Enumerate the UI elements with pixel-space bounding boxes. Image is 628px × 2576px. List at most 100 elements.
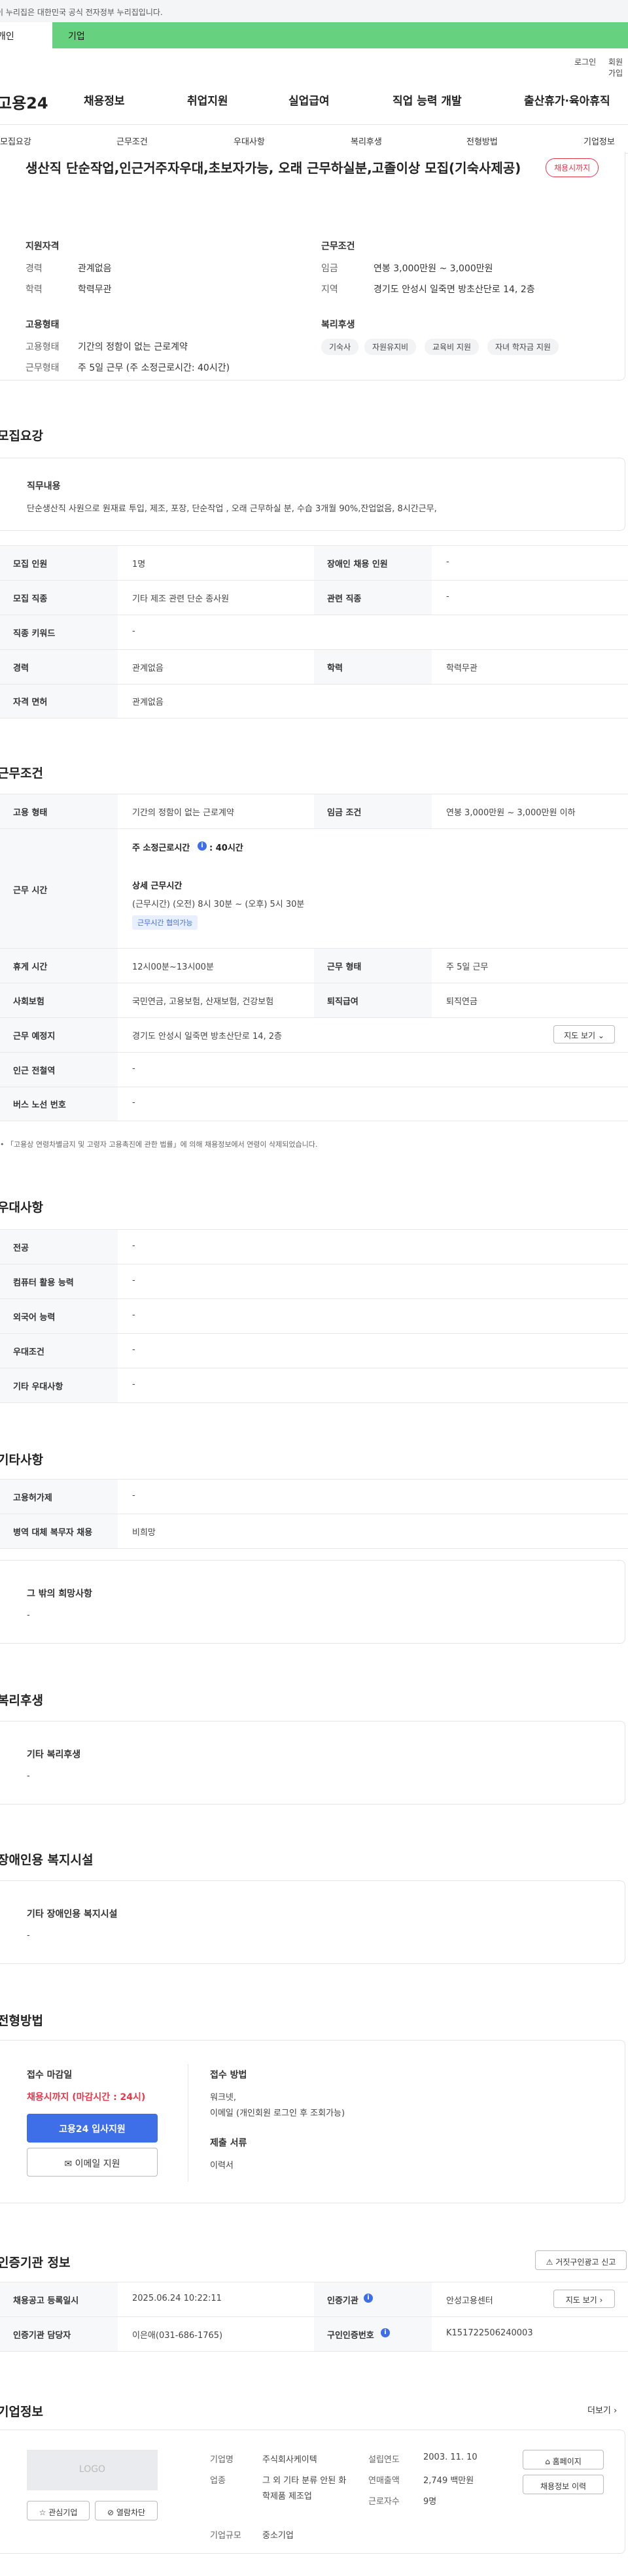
prefer-key: 우대조건 [13, 1347, 44, 1357]
row-divider [0, 718, 628, 719]
region-key: 지역 [321, 284, 338, 295]
job-history-button[interactable]: 채용정보 이력 [523, 2475, 604, 2494]
emp-key: 고용형태 [26, 342, 60, 352]
star-icon: ☆ [39, 2508, 46, 2517]
tab-individual[interactable]: 개인 [0, 22, 52, 48]
recruit-key: 경력 [13, 664, 29, 673]
hours-detail-title: 상세 근무시간 [132, 881, 183, 891]
cert-value: 이은애(031-686-1765) [132, 2331, 223, 2341]
welfare-chip: 자원유지비 [364, 339, 417, 355]
cert-key: 구인인증번호 [327, 2331, 374, 2341]
gnb-divider [0, 124, 628, 125]
other-wish-title: 그 밖의 희망사항 [27, 1589, 92, 1599]
favorite-company-label: 관심기업 [48, 2508, 78, 2517]
cert-map-button[interactable]: 지도 보기 › [553, 2290, 615, 2308]
gnb-item-unemployment[interactable]: 실업급여 [288, 92, 330, 108]
gnb-item-support[interactable]: 취업지원 [187, 92, 228, 108]
map-button[interactable]: 지도 보기 ⌄ [553, 1025, 615, 1043]
edu-key: 학력 [26, 284, 43, 295]
prefer-key: 컴퓨터 활용 능력 [13, 1278, 74, 1288]
info-icon[interactable]: i [198, 841, 207, 851]
disabled-box-value: - [27, 1931, 30, 1940]
method-title: 접수 방법 [210, 2070, 247, 2080]
company-value: 중소기업 [262, 2531, 294, 2541]
cert-key: 인증기관 담당자 [13, 2331, 71, 2341]
snb-welfare[interactable]: 복리후생 [351, 135, 382, 147]
user-type-tabs: 개인 기업 [0, 22, 628, 48]
snb-process[interactable]: 전형방법 [466, 135, 498, 147]
login-link[interactable]: 로그인 [574, 56, 596, 67]
snb-recruit[interactable]: 모집요강 [0, 135, 31, 147]
recruit-value: 학력무관 [446, 664, 478, 673]
tab-company-label: 기업 [68, 31, 85, 42]
gnb-item-jobs[interactable]: 채용정보 [84, 92, 125, 108]
job-summary-card: 생산직 단순작업,인근거주자우대,초보자가능, 오래 근무하실분,고졸이상 모집… [0, 152, 625, 381]
row-divider [0, 2351, 628, 2352]
report-fake-ad-button[interactable]: ⚠ 거짓구인광고 신고 [535, 2250, 627, 2270]
site-logo[interactable]: 고용24 [0, 90, 48, 113]
block-icon: ⊘ [107, 2508, 114, 2517]
signup-link[interactable]: 회원가입 [608, 56, 628, 78]
block-view-button[interactable]: ⊘ 열람차단 [95, 2501, 158, 2520]
qual-title: 지원자격 [26, 241, 60, 252]
recruit-table: 모집 인원 1명 장애인 채용 인원 - 모집 직종 기타 제조 관련 단순 종… [0, 545, 628, 719]
status-badge: 채용시까지 [546, 158, 599, 177]
prefer-key: 외국어 능력 [13, 1313, 56, 1323]
prefer-key: 전공 [13, 1244, 29, 1253]
info-icon[interactable]: i [364, 2294, 373, 2303]
snb-conditions[interactable]: 근무조건 [116, 135, 148, 147]
duty-title: 직무내용 [27, 481, 61, 492]
welfare-title: 복리후생 [321, 320, 355, 330]
recruit-value: 1명 [132, 560, 146, 569]
row-divider [0, 1548, 628, 1549]
favorite-company-button[interactable]: ☆ 관심기업 [27, 2501, 90, 2520]
career-key: 경력 [26, 263, 43, 274]
tab-company[interactable]: 기업 [52, 22, 628, 48]
wage-key: 임금 [321, 263, 338, 274]
cond-value: 12시00분~13시00분 [132, 962, 214, 972]
email-apply-button[interactable]: ✉ 이메일 지원 [27, 2148, 158, 2177]
company-key: 기업명 [210, 2455, 234, 2465]
company-logo: LOGO [27, 2450, 158, 2490]
welfare-section-title: 복리후생 [0, 1693, 43, 1708]
company-key: 연매출액 [368, 2476, 400, 2486]
doc-title: 제출 서류 [210, 2138, 247, 2148]
hours-main-value: : 40시간 [209, 843, 243, 853]
row-divider [0, 1402, 628, 1403]
region-value: 경기도 안성시 일죽면 방초산단로 14, 2층 [374, 284, 535, 295]
wage-value: 연봉 3,000만원 ~ 3,000만원 [374, 263, 493, 274]
snb-prefer[interactable]: 우대사항 [234, 135, 265, 147]
gnb-item-training[interactable]: 직업 능력 개발 [392, 92, 462, 108]
company-value: 주식회사케이텍 [262, 2455, 317, 2465]
company-value: 2003. 11. 10 [423, 2452, 478, 2462]
cert-table: 채용공고 등록일시 2025.06.24 10:22:11 인증기관 i 안성고… [0, 2282, 628, 2352]
cert-value: K151722506240003 [446, 2328, 533, 2338]
doc-value: 이력서 [210, 2161, 234, 2171]
etc-value: 비희망 [132, 1528, 156, 1538]
other-wish-value: - [27, 1610, 30, 1620]
homepage-button[interactable]: ⌂ 홈페이지 [523, 2450, 604, 2469]
deadline-value: 채용시까지 (마감시간 : 24시) [27, 2092, 146, 2103]
homepage-label: 홈페이지 [552, 2457, 582, 2466]
snb-company[interactable]: 기업정보 [584, 135, 615, 147]
work-key: 근무형태 [26, 363, 60, 373]
welfare-chip: 기숙사 [321, 339, 359, 355]
method-value-2: 이메일 (개인회원 로그인 후 조회가능) [210, 2109, 345, 2118]
etc-value: - [132, 1491, 135, 1500]
career-value: 관계없음 [78, 263, 112, 274]
info-icon[interactable]: i [381, 2328, 390, 2337]
apply-button[interactable]: 고용24 입사지원 [27, 2114, 158, 2143]
company-more-link[interactable]: 더보기 › [587, 2403, 617, 2416]
cond-key: 휴게 시간 [13, 962, 48, 972]
recruit-key: 자격 면허 [13, 698, 48, 707]
recruit-key: 모집 직종 [13, 594, 48, 604]
report-fake-ad-label: 거짓구인광고 신고 [555, 2258, 616, 2267]
cond-value: - [132, 1064, 135, 1074]
gnb-item-leave[interactable]: 출산휴가·육아휴직 [524, 92, 610, 108]
prefer-table: 전공 - 컴퓨터 활용 능력 - 외국어 능력 - 우대조건 - 기타 우대사항… [0, 1229, 628, 1403]
recruit-key: 모집 인원 [13, 560, 48, 569]
work-value: 주 5일 근무 (주 소정근로시간: 40시간) [78, 363, 230, 373]
recruit-value: - [446, 592, 449, 602]
company-value: 9명 [423, 2497, 437, 2507]
recruit-key: 직종 키워드 [13, 629, 56, 639]
